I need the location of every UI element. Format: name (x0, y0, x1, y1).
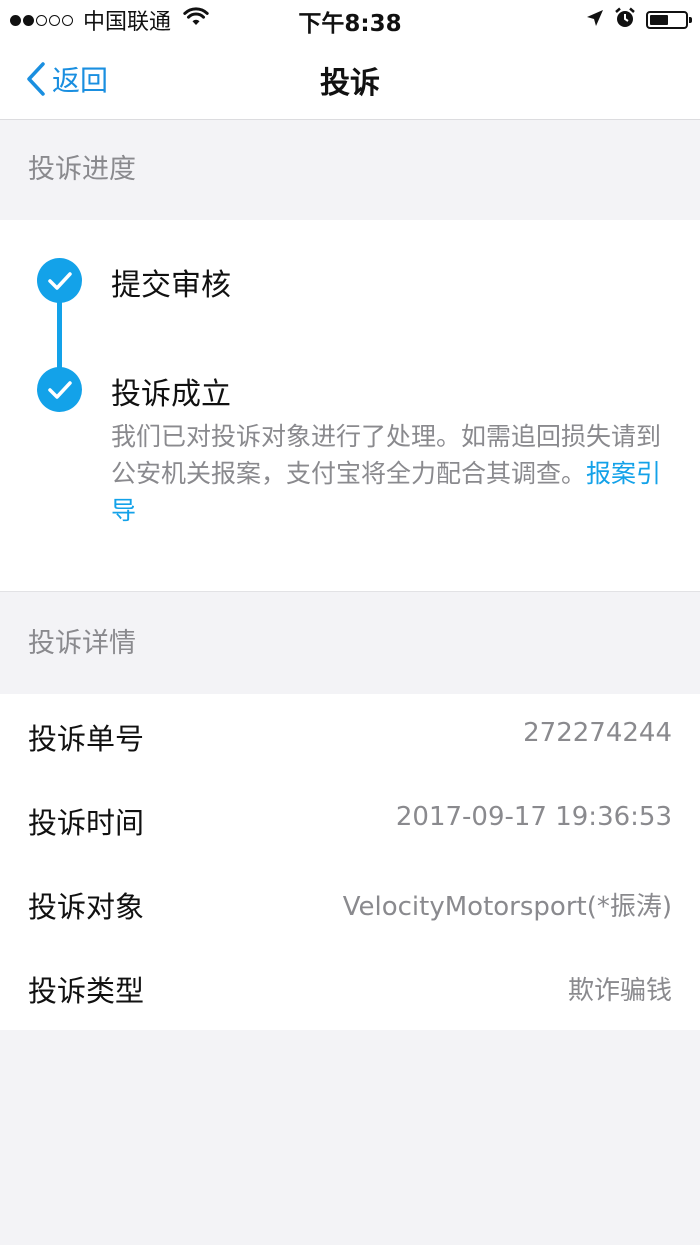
detail-row-ticket-number: 投诉单号 272274244 (0, 694, 700, 778)
status-right (576, 6, 692, 34)
detail-value: VelocityMotorsport(*振涛) (342, 892, 672, 922)
location-arrow-icon (586, 9, 604, 31)
battery-icon (646, 11, 692, 29)
detail-label: 投诉对象 (28, 890, 145, 924)
status-bar: 中国联通 下午8:38 (0, 0, 700, 40)
detail-value: 272274244 (523, 718, 672, 748)
progress-section-title: 投诉进度 (28, 154, 136, 185)
detail-label: 投诉类型 (28, 974, 145, 1008)
step-2-check-icon (37, 367, 82, 412)
step-2-title: 投诉成立 (111, 377, 231, 412)
detail-label: 投诉时间 (28, 806, 145, 840)
navigation-bar: 返回 投诉 (0, 40, 700, 120)
step-2-description: 我们已对投诉对象进行了处理。如需追回损失请到公安机关报案，支付宝将全力配合其调查… (111, 418, 671, 529)
step-1-check-icon (37, 258, 82, 303)
alarm-clock-icon (614, 7, 636, 33)
page-title: 投诉 (320, 66, 380, 101)
detail-value: 2017-09-17 19:36:53 (395, 802, 672, 832)
details-section-title: 投诉详情 (28, 628, 136, 659)
step-2-description-text: 我们已对投诉对象进行了处理。如需追回损失请到公安机关报案，支付宝将全力配合其调查… (111, 422, 662, 488)
detail-value: 欺诈骗钱 (567, 976, 672, 1006)
step-1-title: 提交审核 (111, 268, 231, 303)
progress-section-header: 投诉进度 (0, 120, 700, 220)
progress-panel (0, 220, 700, 592)
details-panel: 投诉单号 272274244 投诉时间 2017-09-17 19:36:53 … (0, 694, 700, 1030)
detail-label: 投诉单号 (28, 722, 145, 756)
detail-row-target: 投诉对象 VelocityMotorsport(*振涛) (0, 862, 700, 946)
detail-row-time: 投诉时间 2017-09-17 19:36:53 (0, 778, 700, 862)
detail-row-type: 投诉类型 欺诈骗钱 (0, 946, 700, 1030)
details-section-header: 投诉详情 (0, 593, 700, 694)
